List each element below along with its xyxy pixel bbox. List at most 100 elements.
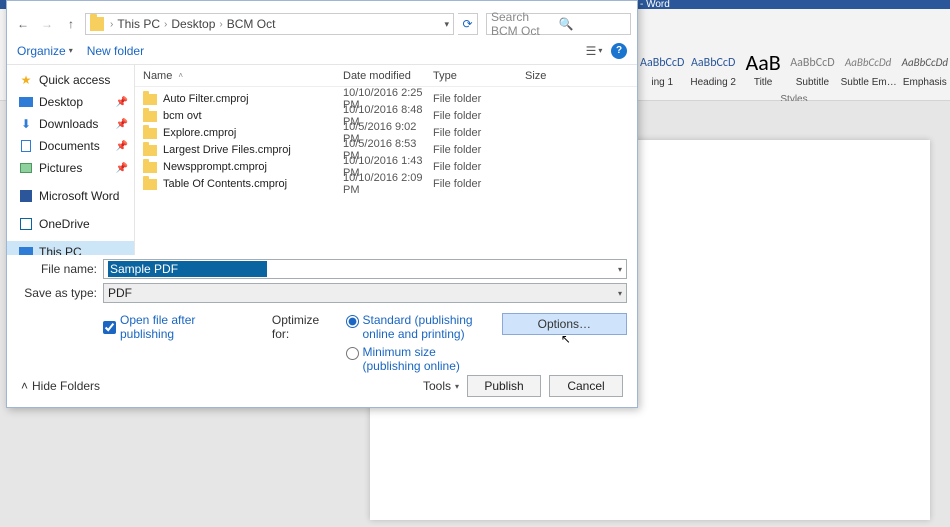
navpane-label: Documents xyxy=(39,139,100,153)
doc-icon xyxy=(19,140,33,152)
new-folder-button[interactable]: New folder xyxy=(87,44,144,58)
style-item[interactable]: AaBbCcDHeading 2 xyxy=(690,49,736,88)
style-item[interactable]: AaBbCcDdEmphasis xyxy=(902,49,948,88)
chevron-down-icon: ▾ xyxy=(69,46,73,55)
search-input[interactable]: Search BCM Oct 🔍 xyxy=(486,13,631,35)
chevron-down-icon: ▾ xyxy=(455,382,459,391)
organize-menu[interactable]: Organize▾ xyxy=(17,44,73,58)
folder-icon xyxy=(90,17,104,31)
pin-icon: 📌 xyxy=(116,163,128,174)
column-headers[interactable]: Name˄ Date modified Type Size xyxy=(135,65,637,87)
navpane-label: This PC xyxy=(39,245,82,255)
chevron-down-icon[interactable]: ▾ xyxy=(618,265,622,274)
search-placeholder: Search BCM Oct xyxy=(491,10,559,38)
od-icon xyxy=(19,218,33,230)
pc-icon xyxy=(19,246,33,255)
folder-icon xyxy=(143,94,157,105)
optimize-standard-radio[interactable]: Standard (publishing online and printing… xyxy=(346,313,482,341)
save-type-label: Save as type: xyxy=(17,286,97,300)
options-button[interactable]: Options… ↖ xyxy=(502,313,627,335)
pic-icon xyxy=(19,162,33,174)
nav-row: ← → ↑ › This PC › Desktop › BCM Oct ▾ ⟳ … xyxy=(7,11,637,37)
open-after-checkbox[interactable]: Open file after publishing xyxy=(103,313,252,341)
nav-pane: ★Quick accessDesktop📌⬇Downloads📌Document… xyxy=(7,65,135,255)
fields: File name: ▾ Save as type: PDF ▾ xyxy=(7,255,637,309)
file-list: Name˄ Date modified Type Size Auto Filte… xyxy=(135,65,637,255)
desk-icon xyxy=(19,96,33,108)
file-name-input[interactable]: ▾ xyxy=(103,259,627,279)
col-type: Type xyxy=(425,70,517,82)
star-icon: ★ xyxy=(19,74,33,86)
navpane-item[interactable]: Microsoft Word xyxy=(7,185,134,207)
help-button[interactable]: ? xyxy=(611,43,627,59)
style-item[interactable]: AaBbCcDSubtitle xyxy=(790,49,834,88)
wordic-icon xyxy=(19,190,33,202)
styles-gallery: AaBbCcDing 1AaBbCcDHeading 2AaBTitleAaBb… xyxy=(640,44,948,92)
chevron-right-icon: › xyxy=(110,19,113,30)
bottom-row: ˄ Hide Folders Tools ▾ Publish Cancel xyxy=(7,373,637,407)
crumb-bcm-oct[interactable]: BCM Oct xyxy=(227,17,276,31)
publish-button[interactable]: Publish xyxy=(467,375,541,397)
save-dialog: ← → ↑ › This PC › Desktop › BCM Oct ▾ ⟳ … xyxy=(6,0,638,408)
forward-button[interactable]: → xyxy=(37,14,57,34)
cancel-button[interactable]: Cancel xyxy=(549,375,623,397)
sort-indicator: ˄ xyxy=(178,71,183,80)
style-item[interactable]: AaBbCcDdSubtle Em… xyxy=(841,49,896,88)
style-item[interactable]: AaBTitle xyxy=(742,49,784,88)
navpane-item[interactable]: OneDrive xyxy=(7,213,134,235)
folder-icon xyxy=(143,162,157,173)
pin-icon: 📌 xyxy=(116,119,128,130)
navpane-label: Quick access xyxy=(39,73,110,87)
navpane-item[interactable]: Pictures📌 xyxy=(7,157,134,179)
chevron-down-icon[interactable]: ▾ xyxy=(618,289,622,298)
navpane-item[interactable]: Documents 📌 xyxy=(7,135,134,157)
save-type-select[interactable]: PDF ▾ xyxy=(103,283,627,303)
view-mode-button[interactable]: ☰▾ xyxy=(583,41,605,61)
pin-icon: 📌 xyxy=(116,97,128,108)
style-item[interactable]: AaBbCcDing 1 xyxy=(640,49,684,88)
chevron-down-icon[interactable]: ▾ xyxy=(444,19,449,30)
dl-icon: ⬇ xyxy=(19,118,33,130)
crumb-desktop[interactable]: Desktop xyxy=(171,17,215,31)
file-row[interactable]: Explore.cmproj10/5/2016 9:02 PMFile fold… xyxy=(135,121,637,138)
navpane-label: OneDrive xyxy=(39,217,90,231)
col-modified: Date modified xyxy=(335,70,425,82)
hide-folders-toggle[interactable]: ˄ Hide Folders xyxy=(21,379,100,393)
optimize-label: Optimize for: xyxy=(272,313,340,341)
optimize-for: Optimize for: Standard (publishing onlin… xyxy=(272,313,482,373)
navpane-item[interactable]: Desktop 📌 xyxy=(7,91,134,113)
back-button[interactable]: ← xyxy=(13,14,33,34)
chevron-right-icon: › xyxy=(219,19,222,30)
cursor-icon: ↖ xyxy=(561,332,571,346)
navpane-item[interactable]: ⬇ Downloads 📌 xyxy=(7,113,134,135)
folder-icon xyxy=(143,145,157,156)
navpane-item[interactable]: ★ Quick access xyxy=(7,69,134,91)
navpane-item[interactable]: This PC xyxy=(7,241,134,255)
col-size: Size xyxy=(517,70,597,82)
optimize-minimum-radio[interactable]: Minimum size (publishing online) xyxy=(346,345,482,373)
search-icon: 🔍 xyxy=(559,17,627,31)
tools-menu[interactable]: Tools ▾ xyxy=(423,379,459,393)
file-row[interactable]: Largest Drive Files.cmproj10/5/2016 8:53… xyxy=(135,138,637,155)
chevron-right-icon: › xyxy=(164,19,167,30)
navpane-label: Downloads xyxy=(39,117,98,131)
crumb-this-pc[interactable]: This PC xyxy=(117,17,160,31)
pin-icon: 📌 xyxy=(116,141,128,152)
file-row[interactable]: Table Of Contents.cmproj10/10/2016 2:09 … xyxy=(135,172,637,189)
chevron-up-icon: ˄ xyxy=(21,379,28,393)
file-row[interactable]: Newspprompt.cmproj10/10/2016 1:43 PMFile… xyxy=(135,155,637,172)
col-name: Name˄ xyxy=(135,70,335,82)
up-button[interactable]: ↑ xyxy=(61,14,81,34)
word-title: - Word xyxy=(640,0,670,9)
breadcrumb[interactable]: › This PC › Desktop › BCM Oct ▾ xyxy=(85,13,454,35)
folder-icon xyxy=(143,128,157,139)
dialog-toolbar: Organize▾ New folder ☰▾ ? xyxy=(7,37,637,65)
folder-icon xyxy=(143,111,157,122)
options-area: Open file after publishing Optimize for:… xyxy=(7,309,637,373)
file-row[interactable]: Auto Filter.cmproj10/10/2016 2:25 PMFile… xyxy=(135,87,637,104)
refresh-button[interactable]: ⟳ xyxy=(458,13,478,35)
navpane-label: Desktop xyxy=(39,95,83,109)
file-rows: Auto Filter.cmproj10/10/2016 2:25 PMFile… xyxy=(135,87,637,255)
file-name-label: File name: xyxy=(17,262,97,276)
file-row[interactable]: bcm ovt10/10/2016 8:48 PMFile folder xyxy=(135,104,637,121)
